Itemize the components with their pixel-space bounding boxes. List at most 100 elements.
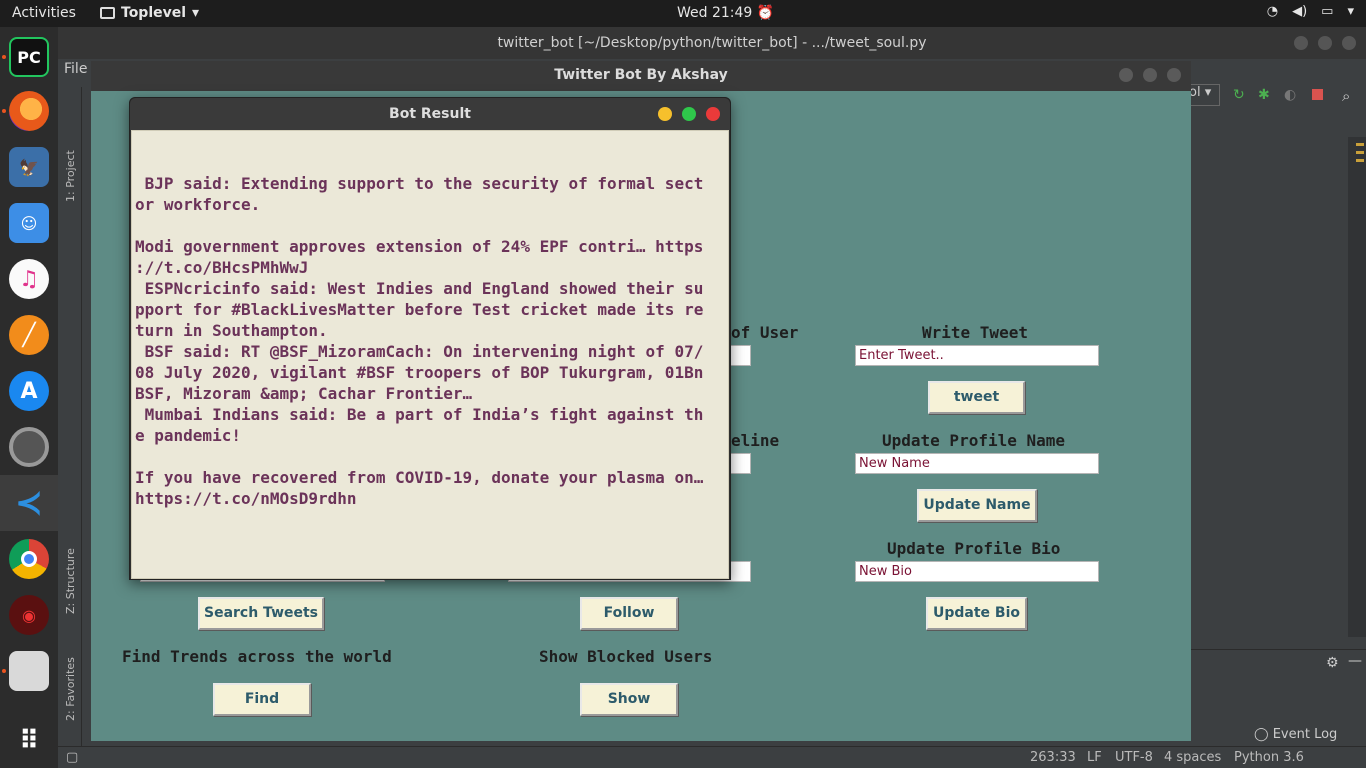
favorites-tab[interactable]: 2: Favorites [64, 657, 77, 721]
ide-titlebar: twitter_bot [~/Desktop/python/twitter_bo… [58, 27, 1366, 59]
tweet-input[interactable]: Enter Tweet.. [855, 345, 1099, 366]
coverage-icon[interactable]: ◐ [1284, 87, 1298, 103]
result-line [135, 446, 730, 467]
find-trends-button[interactable]: Find [213, 683, 311, 716]
debug-icon[interactable]: ✱ [1258, 87, 1272, 103]
event-log-icon: ◯ [1254, 727, 1269, 742]
close-button[interactable] [706, 107, 720, 121]
tweet-button[interactable]: tweet [928, 381, 1025, 414]
label-update-profile-bio: Update Profile Bio [887, 539, 1061, 558]
label-write-tweet: Write Tweet [922, 323, 1028, 342]
label-update-profile-name: Update Profile Name [882, 431, 1066, 450]
menu-file[interactable]: File [64, 61, 87, 77]
clock-label: Wed 21:49 [677, 5, 753, 21]
stop-icon[interactable] [1312, 89, 1323, 100]
bot-result-dialog: Bot Result BJP said: Extending support t… [129, 97, 731, 580]
update-bio-button[interactable]: Update Bio [926, 597, 1027, 630]
result-text-area[interactable]: BJP said: Extending support to the secur… [131, 130, 729, 579]
vscode-icon[interactable]: ≺ [9, 483, 49, 523]
result-line [135, 215, 730, 236]
app-menu[interactable]: Toplevel ▾ [100, 5, 199, 21]
chevron-down-icon: ▾ [1347, 4, 1354, 19]
label-show-blocked-users: Show Blocked Users [539, 647, 713, 666]
project-tab[interactable]: 1: Project [64, 150, 77, 202]
lifebuoy-icon[interactable] [9, 427, 49, 467]
result-line: 08 July 2020, vigilant #BSF troopers of … [135, 363, 704, 382]
minimize-button[interactable] [658, 107, 672, 121]
running-indicator [2, 55, 6, 59]
maximize-button[interactable] [682, 107, 696, 121]
warning-mark [1356, 159, 1364, 162]
warning-mark [1356, 151, 1364, 154]
bio-input[interactable]: New Bio [855, 561, 1099, 582]
tool-window-strip: 1: Project Z: Structure 2: Favorites [58, 87, 82, 747]
pycharm-icon[interactable]: PC [9, 37, 49, 77]
dialog-title: Bot Result [389, 106, 471, 122]
finder-icon[interactable]: ☺ [9, 203, 49, 243]
close-button[interactable] [1167, 68, 1181, 82]
run-pane-header: ⚙ — [1190, 649, 1366, 679]
status-bar: ▢ 263:33 LF UTF-8 4 spaces Python 3.6 [58, 746, 1366, 768]
label-find-trends: Find Trends across the world [122, 647, 392, 666]
run-config-select[interactable]: ol ▾ [1186, 84, 1220, 106]
name-input[interactable]: New Name [855, 453, 1099, 474]
result-line: turn in Southampton. [135, 321, 328, 340]
top-bar: Activities Toplevel ▾ Wed 21:49 ⏰ ◔ ◀) ▭… [0, 0, 1366, 27]
result-line: pport for #BlackLivesMatter before Test … [135, 300, 704, 319]
running-indicator [2, 669, 6, 673]
terminal-app-icon[interactable]: ◉ [9, 595, 49, 635]
python-interpreter[interactable]: Python 3.6 [1234, 750, 1304, 765]
drive-icon[interactable] [9, 651, 49, 691]
result-line: If you have recovered from COVID-19, don… [135, 468, 704, 487]
result-line: Mumbai Indians said: Be a part of India’… [135, 405, 704, 424]
maximize-button[interactable] [1318, 36, 1332, 50]
app-menu-label: Toplevel [121, 5, 187, 21]
rerun-icon[interactable]: ↻ [1233, 87, 1247, 103]
show-blocked-button[interactable]: Show [580, 683, 678, 716]
battery-icon: ▭ [1321, 4, 1334, 19]
window-title: Twitter Bot By Akshay [554, 67, 728, 83]
chevron-down-icon: ▾ [192, 5, 200, 21]
clock[interactable]: Wed 21:49 ⏰ [677, 5, 774, 21]
minimize-icon[interactable]: — [1348, 653, 1362, 669]
error-gutter [1348, 137, 1366, 637]
minimize-button[interactable] [1119, 68, 1133, 82]
result-line: https://t.co/nMOsD9rdhn [135, 489, 357, 508]
system-tray[interactable]: ◔ ◀) ▭ ▾ [1267, 4, 1354, 19]
firefox-icon[interactable] [9, 91, 49, 131]
event-log-label: Event Log [1272, 727, 1338, 742]
result-line: BJP said: Extending support to the secur… [135, 174, 704, 193]
dialog-titlebar: Bot Result [130, 98, 730, 130]
caret-position[interactable]: 263:33 [1030, 750, 1076, 765]
show-apps-icon[interactable]: ⠿ [9, 721, 49, 761]
chrome-icon[interactable] [9, 539, 49, 579]
line-separator[interactable]: LF [1087, 750, 1102, 765]
photo-viewer-icon[interactable]: 🦅 [9, 147, 49, 187]
structure-tab[interactable]: Z: Structure [64, 548, 77, 614]
file-encoding[interactable]: UTF-8 [1115, 750, 1153, 765]
result-line: e pandemic! [135, 426, 241, 445]
maximize-button[interactable] [1143, 68, 1157, 82]
close-button[interactable] [1342, 36, 1356, 50]
event-log-tab[interactable]: ◯ Event Log [1254, 727, 1337, 742]
music-icon[interactable]: ♫ [9, 259, 49, 299]
follow-button[interactable]: Follow [580, 597, 678, 630]
indent-setting[interactable]: 4 spaces [1164, 750, 1221, 765]
result-line: Modi government approves extension of 24… [135, 237, 704, 256]
result-line: ://t.co/BHcsPMhWwJ [135, 258, 309, 277]
window-icon [100, 7, 115, 19]
result-line: BSF said: RT @BSF_MizoramCach: On interv… [135, 342, 704, 361]
minimize-button[interactable] [1294, 36, 1308, 50]
activities-button[interactable]: Activities [12, 5, 76, 21]
search-tweets-button[interactable]: Search Tweets [198, 597, 324, 630]
result-line [135, 152, 730, 173]
search-icon[interactable]: ⌕ [1342, 87, 1356, 105]
result-line: BSF, Mizoram &amp; Cachar Frontier… [135, 384, 473, 403]
wifi-icon: ◔ [1266, 4, 1279, 19]
update-name-button[interactable]: Update Name [917, 489, 1037, 522]
result-line: ESPNcricinfo said: West Indies and Engla… [135, 279, 704, 298]
app-store-icon[interactable]: A [9, 371, 49, 411]
pen-icon[interactable]: ╱ [9, 315, 49, 355]
toggle-tool-windows-icon[interactable]: ▢ [66, 750, 78, 765]
gear-icon[interactable]: ⚙ [1326, 655, 1339, 671]
